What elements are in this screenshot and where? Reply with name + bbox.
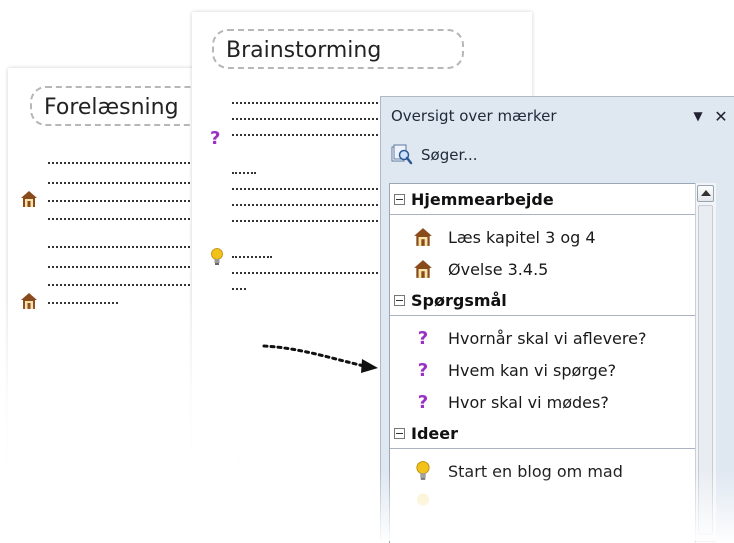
text-line [232,118,382,120]
tags-list: Hjemmearbejde Læs kapitel 3 og 4 Øvelse … [389,183,696,543]
pane-menu-dropdown-icon[interactable]: ▼ [688,109,708,123]
collapse-toggle-icon[interactable] [394,294,405,306]
pane-header: Oversigt over mærker ▼ ✕ [381,97,734,135]
text-line [232,134,382,136]
lightbulb-icon [210,248,224,270]
search-tags-icon [391,144,413,165]
house-icon [20,292,38,310]
scroll-up-button[interactable] [697,185,714,202]
text-line [232,220,382,222]
text-line [232,188,382,190]
house-icon [412,259,434,279]
list-item-faded [390,487,696,519]
text-line [232,172,256,174]
text-line [232,204,382,206]
list-item[interactable]: ? Hvornår skal vi aflevere? [390,322,696,354]
item-label: Læs kapitel 3 og 4 [448,227,596,247]
dotted-arrow-icon [260,340,382,384]
tags-summary-pane: Oversigt over mærker ▼ ✕ Søger... Hjemme… [380,96,734,543]
search-button[interactable]: Søger... [391,141,478,169]
item-label: Hvem kan vi spørge? [448,360,617,380]
item-label: Hvor skal vi mødes? [448,392,609,412]
question-icon: ? [417,327,429,349]
group-header-spoergsmaal[interactable]: Spørgsmål [390,285,696,316]
list-item[interactable]: ? Hvor skal vi mødes? [390,386,696,418]
house-icon [412,227,434,247]
question-icon: ? [417,391,429,413]
list-item[interactable]: ? Hvem kan vi spørge? [390,354,696,386]
list-item[interactable]: Læs kapitel 3 og 4 [390,221,696,253]
lightbulb-icon [412,493,434,513]
group-name: Spørgsmål [411,290,507,310]
scrollbar[interactable] [695,183,716,542]
pane-title: Oversigt over mærker [391,107,557,125]
text-line [232,256,272,258]
item-label: Hvornår skal vi aflevere? [448,328,647,348]
text-line [232,272,382,274]
page-title-brainstorming: Brainstorming [212,29,464,69]
lightbulb-icon [412,461,434,481]
list-item[interactable]: Øvelse 3.4.5 [390,253,696,285]
text-line [48,302,118,304]
text-line [232,288,246,290]
scroll-thumb[interactable] [698,205,713,535]
text-line [232,102,382,104]
close-icon[interactable]: ✕ [708,107,734,126]
house-icon [20,190,38,208]
group-header-hjemmearbejde[interactable]: Hjemmearbejde [390,184,696,215]
group-name: Hjemmearbejde [411,189,554,209]
question-icon: ? [210,128,221,149]
item-label: Øvelse 3.4.5 [448,259,549,279]
collapse-toggle-icon[interactable] [394,193,405,205]
item-label: Start en blog om mad [448,461,623,481]
group-header-ideer[interactable]: Ideer [390,418,696,449]
question-icon: ? [417,359,429,381]
collapse-toggle-icon[interactable] [394,427,405,439]
search-label: Søger... [421,146,478,164]
group-name: Ideer [411,423,458,443]
list-item[interactable]: Start en blog om mad [390,455,696,487]
